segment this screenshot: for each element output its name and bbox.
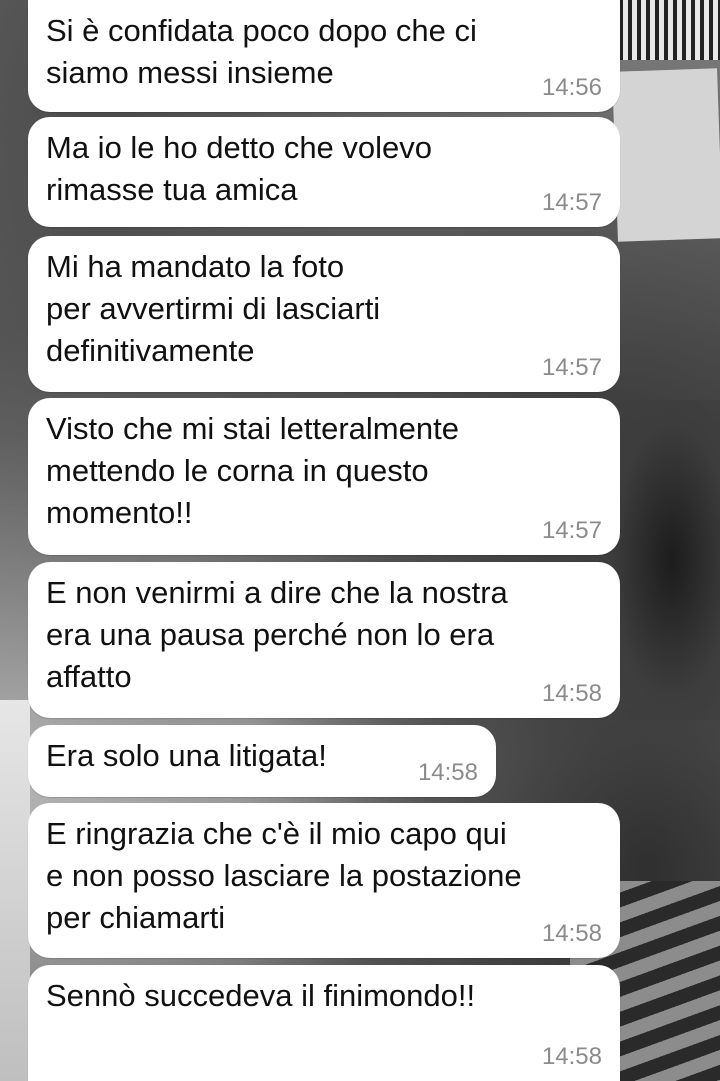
message-timestamp: 14:58 xyxy=(417,759,478,786)
message-text: Sennò succedeva il finimondo!! xyxy=(46,978,476,1013)
message-bubble[interactable]: Mi ha mandato la foto per avvertirmi di … xyxy=(28,236,620,392)
wallpaper-collage-paper xyxy=(612,68,720,242)
message-bubble[interactable]: Ma io le ho detto che volevo rimasse tua… xyxy=(28,117,620,227)
message-timestamp: 14:58 xyxy=(541,920,602,947)
wallpaper-collage-strip xyxy=(610,0,720,60)
message-bubble[interactable]: E ringrazia che c'è il mio capo qui e no… xyxy=(28,803,620,958)
message-timestamp: 14:56 xyxy=(541,74,602,101)
message-text: E ringrazia che c'è il mio capo qui e no… xyxy=(46,816,522,935)
message-bubble[interactable]: Era solo una litigata! 14:58 xyxy=(28,725,496,797)
message-timestamp: 14:57 xyxy=(541,517,602,544)
message-bubble[interactable]: Sennò succedeva il finimondo!! 14:58 xyxy=(28,965,620,1081)
message-bubble[interactable]: E non venirmi a dire che la nostra era u… xyxy=(28,562,620,718)
message-text: Mi ha mandato la foto per avvertirmi di … xyxy=(46,249,381,368)
message-timestamp: 14:58 xyxy=(541,680,602,707)
message-text: Si è confidata poco dopo che ci siamo me… xyxy=(46,13,477,90)
message-timestamp: 14:57 xyxy=(541,354,602,381)
message-bubble[interactable]: Visto che mi stai letteralmente mettendo… xyxy=(28,398,620,555)
message-text: Visto che mi stai letteralmente mettendo… xyxy=(46,411,459,530)
message-timestamp: 14:58 xyxy=(541,1043,602,1070)
message-bubble[interactable]: Si è confidata poco dopo che ci siamo me… xyxy=(28,0,620,112)
message-text: Ma io le ho detto che volevo rimasse tua… xyxy=(46,130,433,207)
wallpaper-collage-poster xyxy=(0,700,30,1081)
message-timestamp: 14:57 xyxy=(541,189,602,216)
message-text: E non venirmi a dire che la nostra era u… xyxy=(46,575,508,694)
